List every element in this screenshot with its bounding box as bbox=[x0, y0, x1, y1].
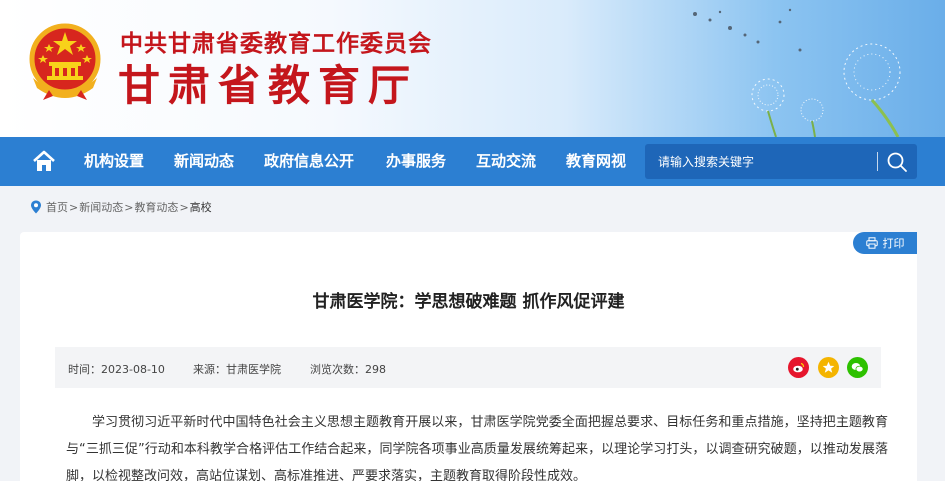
print-button[interactable]: 打印 bbox=[853, 232, 917, 254]
breadcrumb: 首页 > 新闻动态 > 教育动态 > 高校 bbox=[30, 199, 212, 215]
nav-item-services[interactable]: 办事服务 bbox=[386, 137, 446, 186]
print-label: 打印 bbox=[882, 237, 905, 250]
nav-item-gov-info[interactable]: 政府信息公开 bbox=[264, 137, 354, 186]
qzone-icon[interactable] bbox=[818, 357, 839, 378]
breadcrumb-separator: > bbox=[124, 200, 134, 214]
nav-item-institutions[interactable]: 机构设置 bbox=[84, 137, 144, 186]
breadcrumb-current: 高校 bbox=[189, 201, 212, 214]
search-box bbox=[645, 144, 917, 179]
search-divider bbox=[877, 152, 878, 171]
main-nav: 机构设置 新闻动态 政府信息公开 办事服务 互动交流 教育网视 bbox=[0, 137, 945, 186]
breadcrumb-education-news[interactable]: 教育动态 bbox=[134, 199, 178, 215]
publish-date: 时间：2023-08-10 bbox=[68, 363, 165, 376]
article-body: 学习贯彻习近平新时代中国特色社会主义思想主题教育开展以来，甘肃医学院党委全面把握… bbox=[66, 415, 888, 481]
weibo-icon[interactable] bbox=[788, 357, 809, 378]
breadcrumb-news[interactable]: 新闻动态 bbox=[79, 199, 123, 215]
wechat-icon[interactable] bbox=[847, 357, 868, 378]
breadcrumb-separator: > bbox=[179, 200, 189, 214]
dandelion-decoration bbox=[693, 8, 901, 137]
site-title: 甘肃省教育厅 bbox=[118, 61, 419, 110]
nav-item-news[interactable]: 新闻动态 bbox=[174, 137, 234, 186]
search-input[interactable] bbox=[645, 144, 877, 179]
article-source: 来源：甘肃医学院 bbox=[193, 363, 281, 376]
home-icon[interactable] bbox=[31, 148, 57, 174]
article-meta-bar: 时间：2023-08-10 来源：甘肃医学院 浏览次数：298 bbox=[55, 347, 881, 388]
breadcrumb-home[interactable]: 首页 bbox=[46, 199, 68, 215]
article-title: 甘肃医学院：学思想破难题 抓作风促评建 bbox=[312, 292, 625, 312]
view-count: 浏览次数：298 bbox=[310, 363, 386, 376]
search-icon[interactable] bbox=[885, 150, 909, 174]
breadcrumb-separator: > bbox=[69, 200, 79, 214]
site-header: 中共甘肃省委教育工作委员会 甘肃省教育厅 bbox=[0, 0, 945, 137]
nav-item-video[interactable]: 教育网视 bbox=[566, 137, 626, 186]
nav-item-interaction[interactable]: 互动交流 bbox=[476, 137, 536, 186]
national-emblem-icon bbox=[29, 23, 101, 100]
printer-icon bbox=[865, 237, 878, 249]
location-pin-icon bbox=[31, 200, 41, 214]
